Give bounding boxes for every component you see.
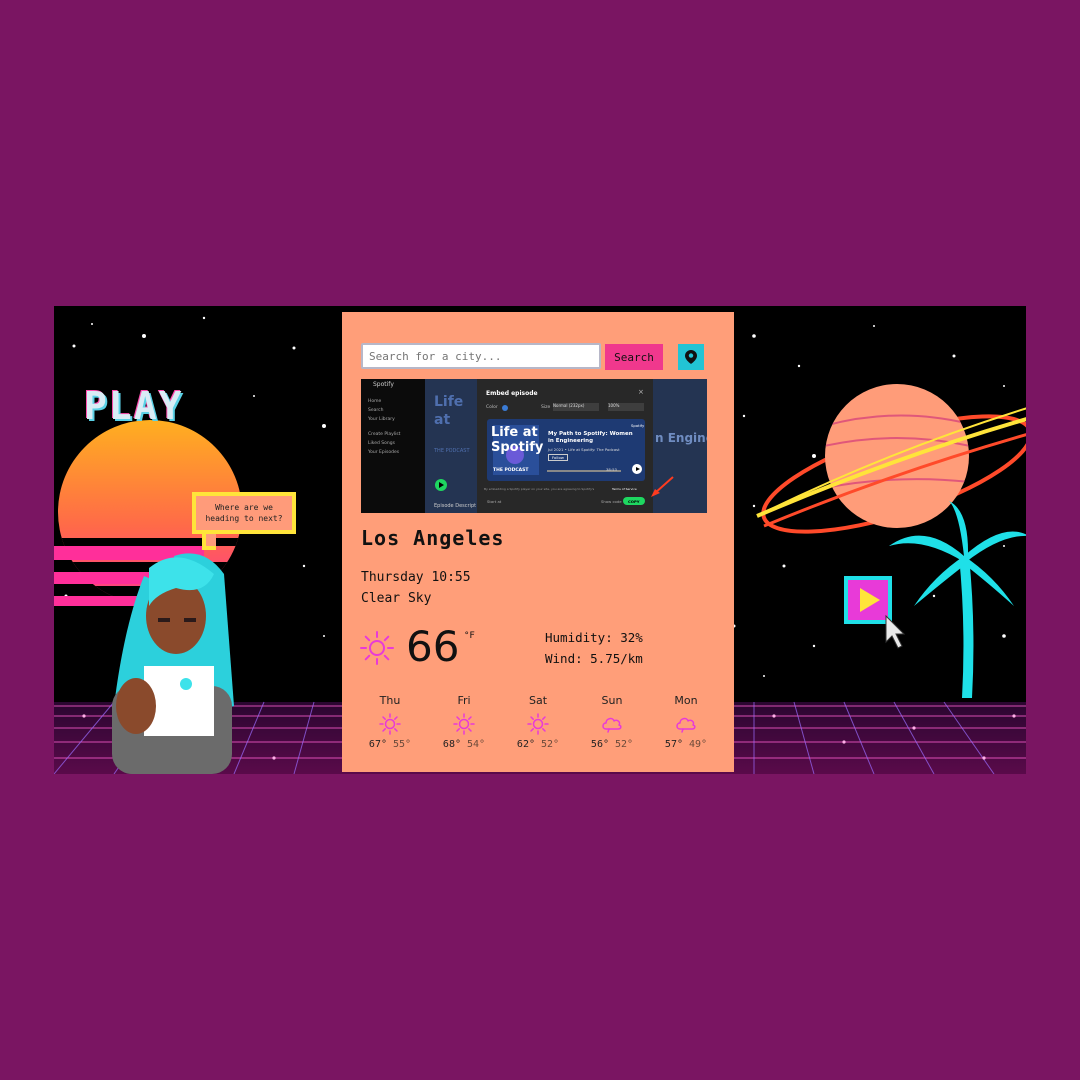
location-button[interactable] (678, 344, 704, 370)
speech-bubble-tail (202, 534, 216, 550)
forecast-low: 52° (541, 739, 560, 750)
current-datetime: Thursday 10:55 (361, 570, 471, 585)
forecast-high: 57° (664, 739, 683, 750)
spotify-embed-screenshot: Spotify Home Search Your Library Create … (361, 379, 707, 513)
size-select: Normal (232px) (553, 403, 599, 411)
embed-episode-title: My Path to Spotify: Women in Engineering (548, 431, 633, 444)
forecast-temps: 68° 54° (429, 739, 499, 750)
search-button[interactable]: Search (605, 344, 663, 370)
embed-follow-button: Follow (548, 454, 568, 461)
background-podcast-title: Life at Spotify (434, 394, 478, 431)
embed-footer-text: By embedding a Spotify player on your si… (484, 487, 595, 491)
forecast-temps: 67° 55° (355, 739, 425, 750)
map-pin-icon (685, 350, 697, 364)
sidebar-item: Search (368, 408, 384, 413)
forecast-day-name: Sat (528, 694, 548, 707)
wind-speed: Wind: 5.75/km (545, 651, 643, 666)
embed-modal-title: Embed episode (486, 390, 538, 397)
retro-synthwave-scene: PLAY Where are we heading to next? Searc… (54, 306, 1026, 774)
sidebar-item: Create Playlist (368, 432, 401, 437)
embed-card-title: Life at Spotify (491, 425, 544, 455)
sun-icon (379, 713, 401, 735)
forecast-high: 67° (368, 739, 387, 750)
forecast-low: 52° (615, 739, 634, 750)
forecast-day: Thu 67° 55° (355, 694, 425, 750)
city-name: Los Angeles (361, 526, 505, 550)
forecast-low: 54° (467, 739, 486, 750)
forecast-high: 62° (516, 739, 535, 750)
embed-copy-button: COPY (628, 498, 640, 504)
embed-spotify-badge: Spotify (631, 423, 645, 428)
forecast-day-name: Fri (457, 694, 471, 707)
background-podcast-sub: THE PODCAST (434, 448, 470, 454)
forecast-high: 68° (442, 739, 461, 750)
embed-episode-meta: Jul 2021 • Life at Spotify: The Podcast (548, 447, 620, 452)
forecast-high: 56° (590, 739, 609, 750)
search-input[interactable] (361, 343, 601, 369)
current-temperature: 66 (406, 622, 460, 671)
embed-show-code: Show code (601, 499, 622, 504)
sun-icon (527, 713, 549, 735)
weather-card: Search for a city... Search Spotify Home… (342, 312, 734, 772)
forecast-day: Sat 62° 52° (503, 694, 573, 750)
size-label: Size (541, 405, 551, 410)
forecast-temps: 62° 52° (503, 739, 573, 750)
sidebar-item: Home (368, 399, 382, 404)
spotify-app-name: Spotify (373, 381, 394, 388)
forecast-day: Fri 68° 54° (429, 694, 499, 750)
forecast-low: 55° (393, 739, 412, 750)
speech-bubble: Where are we heading to next? (192, 492, 296, 534)
cloud-icon (676, 717, 696, 733)
pixel-play-button (844, 576, 892, 624)
forecast-day: Sun 56° 52° (577, 694, 647, 750)
background-right-text: n Enginee (655, 431, 707, 445)
humidity: Humidity: 32% (545, 630, 643, 645)
temperature-unit: °F (464, 631, 475, 641)
cloud-icon (602, 717, 622, 733)
embed-start-at: Start at (487, 499, 502, 504)
width-input: 100% (608, 403, 644, 411)
mouse-cursor (885, 614, 906, 649)
background-episode-description: Episode Descript (434, 503, 477, 509)
embed-card-sub: THE PODCAST (493, 468, 529, 473)
forecast-day: Mon 57° 49° (651, 694, 721, 750)
forecast-low: 49° (689, 739, 708, 750)
sidebar-item: Your Library (368, 417, 395, 422)
sidebar-item: Your Episodes (368, 450, 400, 455)
embed-duration: 38:53 (606, 467, 617, 472)
forecast-day-name: Thu (379, 694, 401, 707)
forecast-day-name: Mon (674, 694, 698, 707)
embed-close-icon: × (638, 388, 644, 396)
forecast-day-name: Sun (601, 694, 623, 707)
embed-terms-link: Terms of Service (612, 487, 637, 491)
forecast-temps: 57° 49° (651, 739, 721, 750)
forecast-temps: 56° 52° (577, 739, 647, 750)
ringed-planet (756, 384, 1026, 534)
play-sign: PLAY (84, 384, 184, 428)
color-label: Color (486, 405, 498, 410)
spotify-sidebar: Home Search Your Library Create Playlist… (368, 397, 400, 457)
sun-icon (360, 631, 394, 665)
sidebar-item: Liked Songs (368, 441, 395, 446)
sun-icon (453, 713, 475, 735)
palm-tree (889, 501, 1026, 698)
weather-description: Clear Sky (361, 591, 432, 606)
